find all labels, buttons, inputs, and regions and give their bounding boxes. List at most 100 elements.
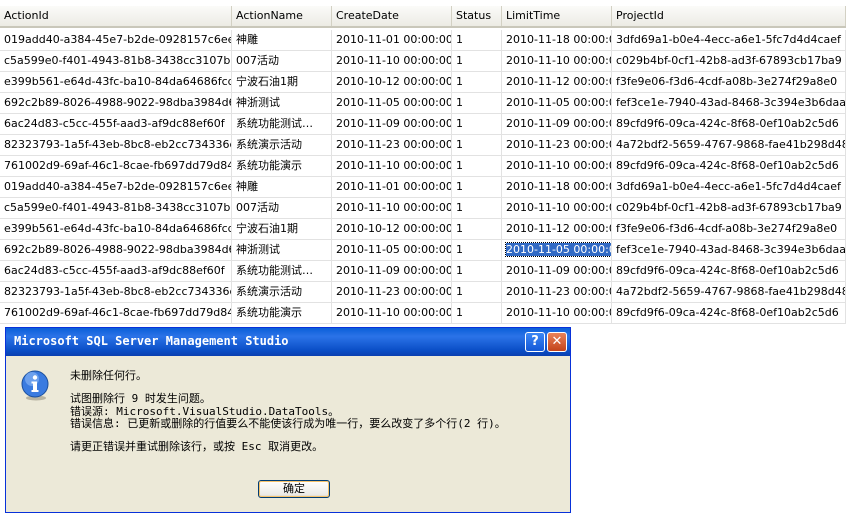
cell-action-id[interactable]: 82323793-1a5f-43eb-8bc8-eb2cc734336c	[0, 282, 232, 303]
cell-limit-time[interactable]: 2010-11-23 00:00:00	[502, 135, 612, 156]
cell-project-id[interactable]: 4a72bdf2-5659-4767-9868-fae41b298d48	[612, 282, 846, 303]
table-row[interactable]: 82323793-1a5f-43eb-8bc8-eb2cc734336c 系统演示…	[0, 282, 846, 303]
cell-status[interactable]: 1	[452, 135, 502, 156]
cell-create-date[interactable]: 2010-10-12 00:00:00	[332, 72, 452, 93]
cell-project-id[interactable]: c029b4bf-0cf1-42b8-ad3f-67893cb17ba9	[612, 198, 846, 219]
column-header-create-date[interactable]: CreateDate	[332, 6, 452, 26]
cell-create-date[interactable]: 2010-11-01 00:00:00	[332, 30, 452, 51]
table-row[interactable]: 761002d9-69af-46c1-8cae-fb697dd79d84 系统功能…	[0, 156, 846, 177]
cell-action-name[interactable]: 系统功能演示	[232, 303, 332, 324]
cell-project-id[interactable]: 3dfd69a1-b0e4-4ecc-a6e1-5fc7d4d4caef	[612, 30, 846, 51]
cell-limit-time[interactable]: 2010-11-23 00:00:00	[502, 282, 612, 303]
cell-action-id[interactable]: 761002d9-69af-46c1-8cae-fb697dd79d84	[0, 303, 232, 324]
cell-status[interactable]: 1	[452, 30, 502, 51]
cell-action-name[interactable]: 宁波石油1期	[232, 72, 332, 93]
table-row[interactable]: 019add40-a384-45e7-b2de-0928157c6ee1 神雕 20…	[0, 30, 846, 51]
cell-status[interactable]: 1	[452, 72, 502, 93]
column-header-project-id[interactable]: ProjectId	[612, 6, 846, 26]
cell-action-id[interactable]: 692c2b89-8026-4988-9022-98dba3984d63	[0, 93, 232, 114]
cell-create-date[interactable]: 2010-11-23 00:00:00	[332, 135, 452, 156]
close-button[interactable]: ✕	[547, 332, 567, 352]
cell-action-name[interactable]: 系统功能测试…	[232, 114, 332, 135]
cell-project-id[interactable]: 89cfd9f6-09ca-424c-8f68-0ef10ab2c5d6	[612, 114, 846, 135]
cell-limit-time[interactable]: 2010-11-05 00:00:00	[502, 93, 612, 114]
cell-status[interactable]: 1	[452, 177, 502, 198]
cell-project-id[interactable]: c029b4bf-0cf1-42b8-ad3f-67893cb17ba9	[612, 51, 846, 72]
cell-limit-time[interactable]: 2010-11-05 00:00:00	[502, 240, 612, 261]
cell-create-date[interactable]: 2010-11-09 00:00:00	[332, 261, 452, 282]
cell-action-name[interactable]: 007活动	[232, 198, 332, 219]
cell-action-name[interactable]: 007活动	[232, 51, 332, 72]
cell-action-name[interactable]: 系统功能演示	[232, 156, 332, 177]
cell-action-id[interactable]: c5a599e0-f401-4943-81b8-3438cc3107b8	[0, 51, 232, 72]
cell-limit-time[interactable]: 2010-11-10 00:00:00	[502, 51, 612, 72]
column-header-limit-time[interactable]: LimitTime	[502, 6, 612, 26]
cell-limit-time[interactable]: 2010-11-10 00:00:00	[502, 198, 612, 219]
cell-action-name[interactable]: 宁波石油1期	[232, 219, 332, 240]
cell-action-name[interactable]: 系统演示活动	[232, 135, 332, 156]
cell-create-date[interactable]: 2010-11-10 00:00:00	[332, 303, 452, 324]
cell-project-id[interactable]: 89cfd9f6-09ca-424c-8f68-0ef10ab2c5d6	[612, 261, 846, 282]
table-row[interactable]: 82323793-1a5f-43eb-8bc8-eb2cc734336c 系统演示…	[0, 135, 846, 156]
cell-status[interactable]: 1	[452, 51, 502, 72]
cell-status[interactable]: 1	[452, 240, 502, 261]
column-header-action-id[interactable]: ActionId	[0, 6, 232, 26]
cell-project-id[interactable]: fef3ce1e-7940-43ad-8468-3c394e3b6daa	[612, 240, 846, 261]
cell-create-date[interactable]: 2010-11-10 00:00:00	[332, 51, 452, 72]
cell-action-name[interactable]: 系统功能测试…	[232, 261, 332, 282]
cell-limit-time[interactable]: 2010-11-18 00:00:00	[502, 177, 612, 198]
cell-limit-time[interactable]: 2010-11-12 00:00:00	[502, 72, 612, 93]
cell-project-id[interactable]: 4a72bdf2-5659-4767-9868-fae41b298d48	[612, 135, 846, 156]
column-header-action-name[interactable]: ActionName	[232, 6, 332, 26]
cell-action-id[interactable]: e399b561-e64d-43fc-ba10-84da64686fcd	[0, 219, 232, 240]
cell-status[interactable]: 1	[452, 114, 502, 135]
table-row[interactable]: 692c2b89-8026-4988-9022-98dba3984d63 神浙测试…	[0, 240, 846, 261]
cell-action-name[interactable]: 神雕	[232, 177, 332, 198]
cell-project-id[interactable]: f3fe9e06-f3d6-4cdf-a08b-3e274f29a8e0	[612, 219, 846, 240]
cell-status[interactable]: 1	[452, 93, 502, 114]
cell-status[interactable]: 1	[452, 219, 502, 240]
cell-action-id[interactable]: 82323793-1a5f-43eb-8bc8-eb2cc734336c	[0, 135, 232, 156]
cell-project-id[interactable]: fef3ce1e-7940-43ad-8468-3c394e3b6daa	[612, 93, 846, 114]
cell-action-name[interactable]: 系统演示活动	[232, 282, 332, 303]
table-row[interactable]: 019add40-a384-45e7-b2de-0928157c6ee1 神雕 20…	[0, 177, 846, 198]
cell-action-id[interactable]: 6ac24d83-c5cc-455f-aad3-af9dc88ef60f	[0, 114, 232, 135]
cell-status[interactable]: 1	[452, 303, 502, 324]
cell-status[interactable]: 1	[452, 198, 502, 219]
cell-limit-time[interactable]: 2010-11-09 00:00:00	[502, 261, 612, 282]
cell-action-id[interactable]: c5a599e0-f401-4943-81b8-3438cc3107b8	[0, 198, 232, 219]
cell-create-date[interactable]: 2010-10-12 00:00:00	[332, 219, 452, 240]
cell-create-date[interactable]: 2010-11-09 00:00:00	[332, 114, 452, 135]
cell-create-date[interactable]: 2010-11-10 00:00:00	[332, 156, 452, 177]
table-row[interactable]: 6ac24d83-c5cc-455f-aad3-af9dc88ef60f 系统功能…	[0, 261, 846, 282]
cell-create-date[interactable]: 2010-11-05 00:00:00	[332, 93, 452, 114]
help-button[interactable]: ?	[525, 332, 545, 352]
cell-create-date[interactable]: 2010-11-01 00:00:00	[332, 177, 452, 198]
cell-create-date[interactable]: 2010-11-05 00:00:00	[332, 240, 452, 261]
cell-action-name[interactable]: 神雕	[232, 30, 332, 51]
cell-action-id[interactable]: e399b561-e64d-43fc-ba10-84da64686fcd	[0, 72, 232, 93]
column-header-status[interactable]: Status	[452, 6, 502, 26]
cell-project-id[interactable]: 3dfd69a1-b0e4-4ecc-a6e1-5fc7d4d4caef	[612, 177, 846, 198]
cell-action-id[interactable]: 019add40-a384-45e7-b2de-0928157c6ee1	[0, 30, 232, 51]
cell-status[interactable]: 1	[452, 156, 502, 177]
cell-project-id[interactable]: 89cfd9f6-09ca-424c-8f68-0ef10ab2c5d6	[612, 303, 846, 324]
cell-limit-time[interactable]: 2010-11-18 00:00:00	[502, 30, 612, 51]
cell-project-id[interactable]: 89cfd9f6-09ca-424c-8f68-0ef10ab2c5d6	[612, 156, 846, 177]
table-row[interactable]: 692c2b89-8026-4988-9022-98dba3984d63 神浙测试…	[0, 93, 846, 114]
cell-action-id[interactable]: 692c2b89-8026-4988-9022-98dba3984d63	[0, 240, 232, 261]
table-row[interactable]: e399b561-e64d-43fc-ba10-84da64686fcd 宁波石油…	[0, 219, 846, 240]
cell-limit-time[interactable]: 2010-11-12 00:00:00	[502, 219, 612, 240]
cell-action-id[interactable]: 019add40-a384-45e7-b2de-0928157c6ee1	[0, 177, 232, 198]
cell-status[interactable]: 1	[452, 261, 502, 282]
ok-button[interactable]: 确定	[258, 480, 330, 498]
cell-action-id[interactable]: 761002d9-69af-46c1-8cae-fb697dd79d84	[0, 156, 232, 177]
cell-limit-time[interactable]: 2010-11-10 00:00:00	[502, 303, 612, 324]
table-row[interactable]: c5a599e0-f401-4943-81b8-3438cc3107b8 007活…	[0, 51, 846, 72]
table-row[interactable]: c5a599e0-f401-4943-81b8-3438cc3107b8 007活…	[0, 198, 846, 219]
table-row[interactable]: 761002d9-69af-46c1-8cae-fb697dd79d84 系统功能…	[0, 303, 846, 324]
cell-limit-time[interactable]: 2010-11-09 00:00:00	[502, 114, 612, 135]
cell-action-name[interactable]: 神浙测试	[232, 93, 332, 114]
cell-status[interactable]: 1	[452, 282, 502, 303]
table-row[interactable]: 6ac24d83-c5cc-455f-aad3-af9dc88ef60f 系统功能…	[0, 114, 846, 135]
